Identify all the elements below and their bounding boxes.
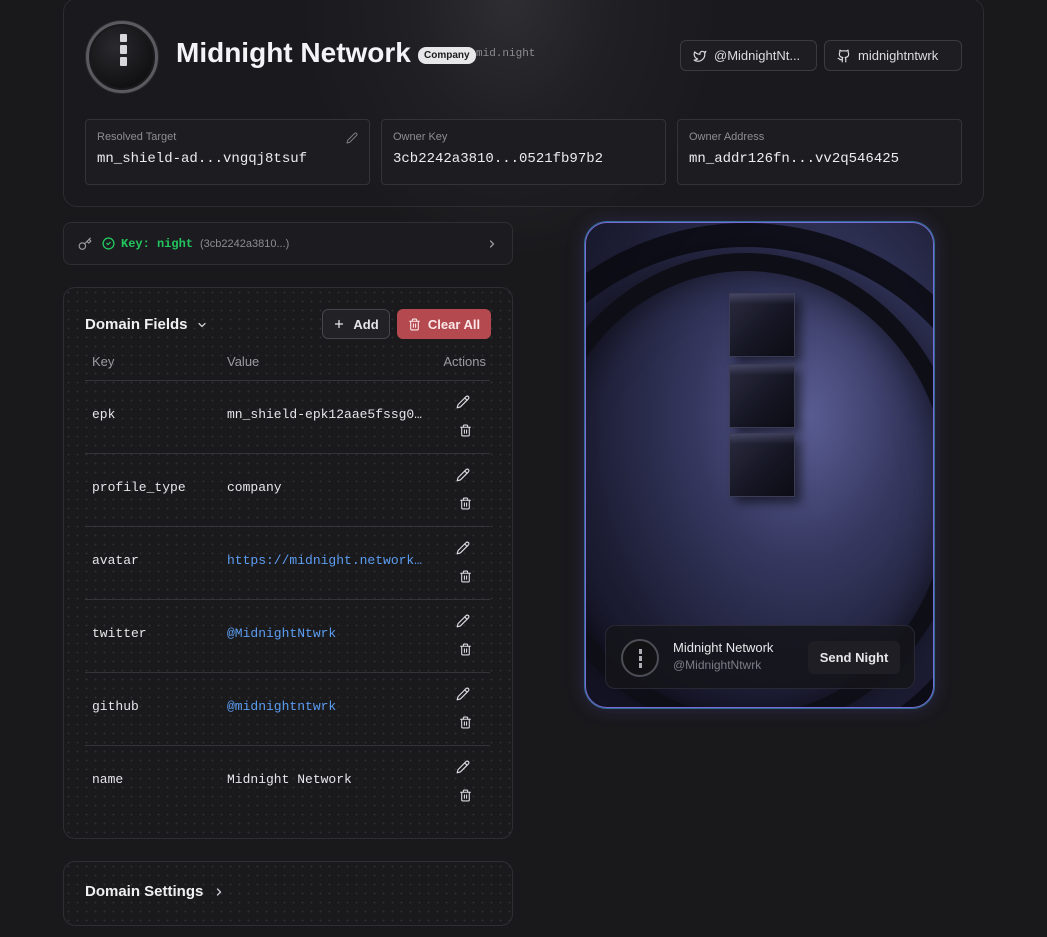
edit-icon[interactable]: [456, 687, 470, 701]
domain-fields-toggle[interactable]: Domain Fields: [85, 316, 208, 333]
domain-fields-title: Domain Fields: [85, 316, 188, 333]
profile-type-badge: Company: [418, 47, 476, 64]
preview-cube: [729, 293, 795, 357]
field-key: name: [92, 772, 124, 787]
delete-icon[interactable]: [459, 424, 472, 437]
field-key: twitter: [92, 626, 147, 641]
avatar-block: [639, 649, 642, 654]
edit-icon[interactable]: [456, 614, 470, 628]
clear-all-label: Clear All: [427, 316, 481, 332]
clear-all-button[interactable]: Clear All: [397, 309, 491, 339]
table-row: twitter @MidnightNtwrk: [85, 599, 490, 672]
field-value-link[interactable]: @MidnightNtwrk: [227, 626, 427, 641]
table-row: profile_type company: [85, 453, 490, 526]
preview-name: Midnight Network: [673, 640, 774, 655]
edit-icon[interactable]: [456, 541, 470, 555]
avatar-block: [639, 656, 642, 661]
key-hash: (3cb2242a3810...): [200, 237, 290, 250]
table-row: name Midnight Network: [85, 745, 490, 818]
delete-icon[interactable]: [459, 643, 472, 656]
edit-target-icon[interactable]: [346, 132, 358, 144]
avatar: [621, 639, 659, 677]
table-header: Key Value Actions: [85, 354, 490, 380]
edit-icon[interactable]: [456, 395, 470, 409]
plus-icon: [333, 318, 345, 330]
edit-icon[interactable]: [456, 468, 470, 482]
profile-name: Midnight Network: [176, 37, 411, 68]
domain-settings-title: Domain Settings: [85, 883, 204, 900]
delete-icon[interactable]: [459, 570, 472, 583]
delete-icon[interactable]: [459, 716, 472, 729]
field-value: Midnight Network: [227, 772, 352, 787]
column-actions: Actions: [443, 354, 486, 369]
key-label: Key: night: [121, 236, 194, 251]
profile-preview-card: Midnight Network @MidnightNtwrk Send Nig…: [585, 222, 934, 708]
owner-key-value: 3cb2242a3810...0521fb97b2: [393, 151, 604, 167]
profile-logo: [86, 21, 158, 93]
add-label: Add: [353, 316, 379, 332]
github-button[interactable]: midnightntwrk: [824, 40, 962, 71]
owner-key-label: Owner Key: [393, 131, 448, 143]
domain-settings-card[interactable]: Domain Settings: [63, 861, 513, 926]
avatar-block: [639, 663, 642, 668]
field-value-link[interactable]: @midnightntwrk: [227, 699, 427, 714]
field-value: mn_shield-epk12aae5fssg0u...: [227, 407, 427, 422]
delete-icon[interactable]: [459, 789, 472, 802]
delete-icon[interactable]: [459, 497, 472, 510]
domain-fields-card: Domain Fields Add Clear All Key Value Ac…: [63, 287, 513, 839]
chevron-right-icon: [486, 238, 498, 250]
field-value: company: [227, 480, 282, 495]
owner-address-value: mn_addr126fn...vv2q546425: [689, 151, 900, 167]
preview-cube: [729, 433, 795, 497]
field-key: profile_type: [92, 480, 186, 495]
owner-key-field: Owner Key 3cb2242a3810...0521fb97b2: [381, 119, 666, 185]
github-label: midnightntwrk: [858, 48, 939, 63]
table-row: github @midnightntwrk: [85, 672, 490, 745]
field-key: avatar: [92, 553, 139, 568]
key-selector[interactable]: Key: night (3cb2242a3810...): [63, 222, 513, 265]
add-field-button[interactable]: Add: [322, 309, 390, 339]
resolved-target-label: Resolved Target: [97, 131, 177, 143]
chevron-right-icon: [213, 886, 225, 898]
owner-address-label: Owner Address: [689, 131, 765, 143]
column-key: Key: [92, 354, 115, 369]
send-night-button[interactable]: Send Night: [808, 641, 900, 674]
logo-block: [120, 45, 127, 54]
twitter-icon: [693, 49, 707, 63]
preview-profile-bar: Midnight Network @MidnightNtwrk Send Nig…: [605, 625, 915, 689]
domain-settings-header: Domain Settings: [85, 883, 225, 900]
table-row: avatar https://midnight.network/...: [85, 526, 490, 599]
check-circle-icon: [102, 237, 115, 250]
twitter-button[interactable]: @MidnightNt...: [680, 40, 817, 71]
field-value-link[interactable]: https://midnight.network/...: [227, 553, 427, 568]
domain-name: mid.night: [476, 48, 536, 60]
field-key: github: [92, 699, 139, 714]
chevron-down-icon: [196, 319, 208, 331]
resolved-target-field: Resolved Target mn_shield-ad...vngqj8tsu…: [85, 119, 370, 185]
column-value: Value: [227, 354, 260, 369]
logo-block: [120, 57, 127, 66]
preview-cube: [729, 364, 795, 428]
owner-address-field: Owner Address mn_addr126fn...vv2q546425: [677, 119, 962, 185]
twitter-label: @MidnightNt...: [714, 48, 801, 63]
field-key: epk: [92, 407, 116, 422]
trash-icon: [408, 318, 421, 331]
table-row: epk mn_shield-epk12aae5fssg0u...: [85, 380, 490, 453]
resolved-target-value: mn_shield-ad...vngqj8tsuf: [97, 151, 308, 167]
github-icon: [837, 49, 851, 63]
preview-handle: @MidnightNtwrk: [673, 658, 762, 672]
key-icon: [78, 237, 92, 251]
logo-block: [120, 34, 127, 42]
edit-icon[interactable]: [456, 760, 470, 774]
